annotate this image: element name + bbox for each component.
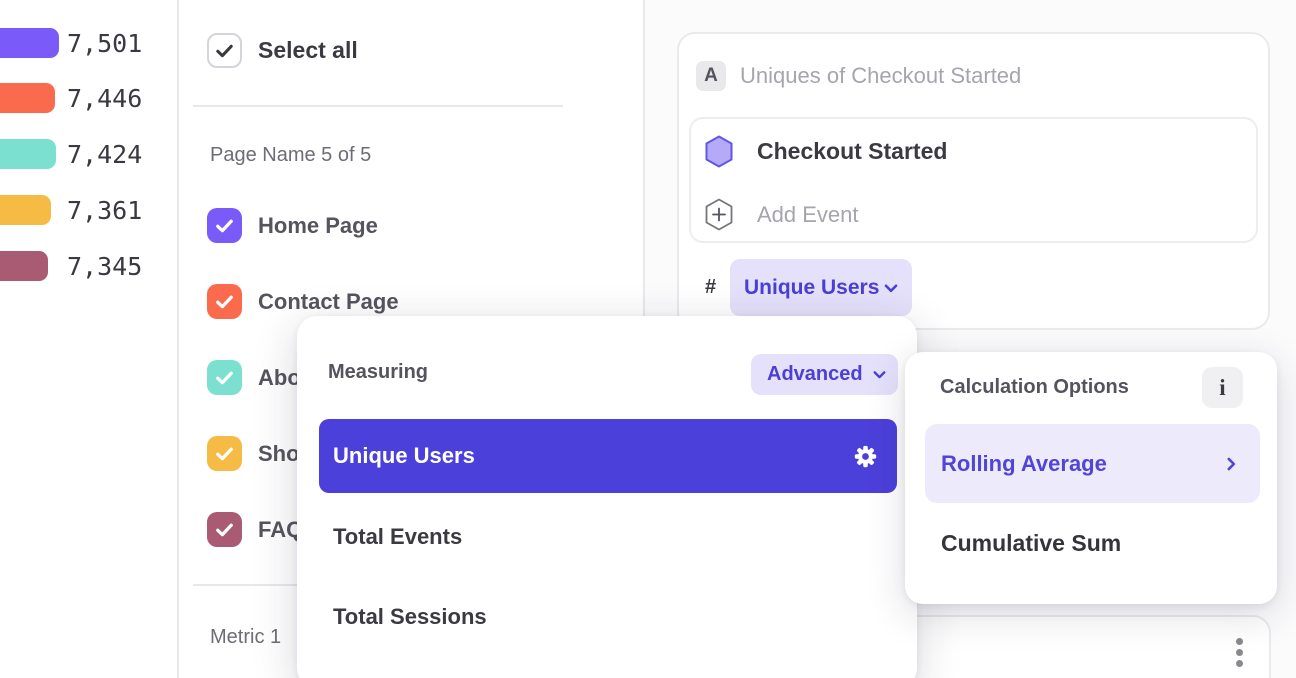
event-name[interactable]: Checkout Started: [757, 135, 947, 168]
measure-dropdown-button[interactable]: Unique Users: [730, 259, 912, 316]
measure-dropdown-label: Unique Users: [744, 276, 879, 300]
measuring-menu-title: Measuring: [328, 361, 428, 384]
select-all-checkbox[interactable]: [207, 33, 242, 68]
metric-title-input[interactable]: Uniques of Checkout Started: [740, 61, 1021, 91]
add-event-hexagon-icon[interactable]: [704, 198, 734, 231]
advanced-dropdown-label: Advanced: [767, 363, 863, 386]
info-icon[interactable]: i: [1202, 367, 1243, 408]
analytics-app: 7,501 7,446 7,424 7,361 7,345 Select all…: [0, 0, 1296, 678]
kebab-menu-icon[interactable]: [1236, 638, 1243, 667]
checkbox-shop-page[interactable]: [207, 436, 242, 471]
menu-option-label: Unique Users: [333, 443, 475, 469]
checkbox-contact-page[interactable]: [207, 284, 242, 319]
metric-label: Metric 1: [210, 626, 281, 649]
advanced-dropdown-button[interactable]: Advanced: [751, 354, 898, 395]
checkmark-icon: [213, 290, 236, 313]
menu-option-rolling-average[interactable]: Rolling Average: [925, 424, 1260, 503]
legend-bar: [0, 28, 59, 58]
divider: [193, 105, 563, 107]
chevron-down-icon: [871, 366, 888, 383]
menu-option-total-events[interactable]: Total Events: [333, 524, 462, 550]
legend-value: 7,361: [67, 195, 142, 225]
legend-value: 7,501: [67, 28, 142, 58]
group-by-label: Page Name 5 of 5: [210, 144, 371, 167]
series-badge: A: [696, 61, 726, 91]
measure-type-prefix: #: [705, 272, 716, 302]
legend-value: 7,345: [67, 251, 142, 281]
chevron-right-icon: [1222, 455, 1240, 473]
select-all-label[interactable]: Select all: [258, 33, 358, 68]
menu-option-cumulative-sum[interactable]: Cumulative Sum: [941, 530, 1121, 556]
checkbox-about-page[interactable]: [207, 360, 242, 395]
legend-value: 7,446: [67, 83, 142, 113]
panel-divider: [177, 0, 179, 678]
menu-option-label: Rolling Average: [941, 451, 1107, 477]
checkmark-icon: [213, 518, 236, 541]
menu-option-total-sessions[interactable]: Total Sessions: [333, 604, 487, 630]
legend-bar: [0, 195, 51, 225]
chevron-down-icon: [882, 279, 900, 297]
legend-bar: [0, 139, 56, 169]
checkbox-home-page[interactable]: [207, 208, 242, 243]
legend-bar: [0, 251, 48, 281]
legend-value: 7,424: [67, 139, 142, 169]
checkbox-label-contact-page[interactable]: Contact Page: [258, 284, 399, 319]
add-event-button[interactable]: Add Event: [757, 198, 859, 231]
checkbox-faq-page[interactable]: [207, 512, 242, 547]
menu-option-unique-users[interactable]: Unique Users: [319, 419, 897, 493]
checkmark-icon: [213, 366, 236, 389]
checkmark-icon: [213, 442, 236, 465]
calculation-options-title: Calculation Options: [940, 376, 1129, 399]
legend-bar: [0, 83, 55, 113]
hexagon-event-icon: [704, 135, 734, 168]
checkmark-icon: [213, 214, 236, 237]
checkbox-label-home-page[interactable]: Home Page: [258, 208, 378, 243]
checkmark-icon: [213, 39, 236, 62]
gear-icon[interactable]: [852, 443, 879, 470]
